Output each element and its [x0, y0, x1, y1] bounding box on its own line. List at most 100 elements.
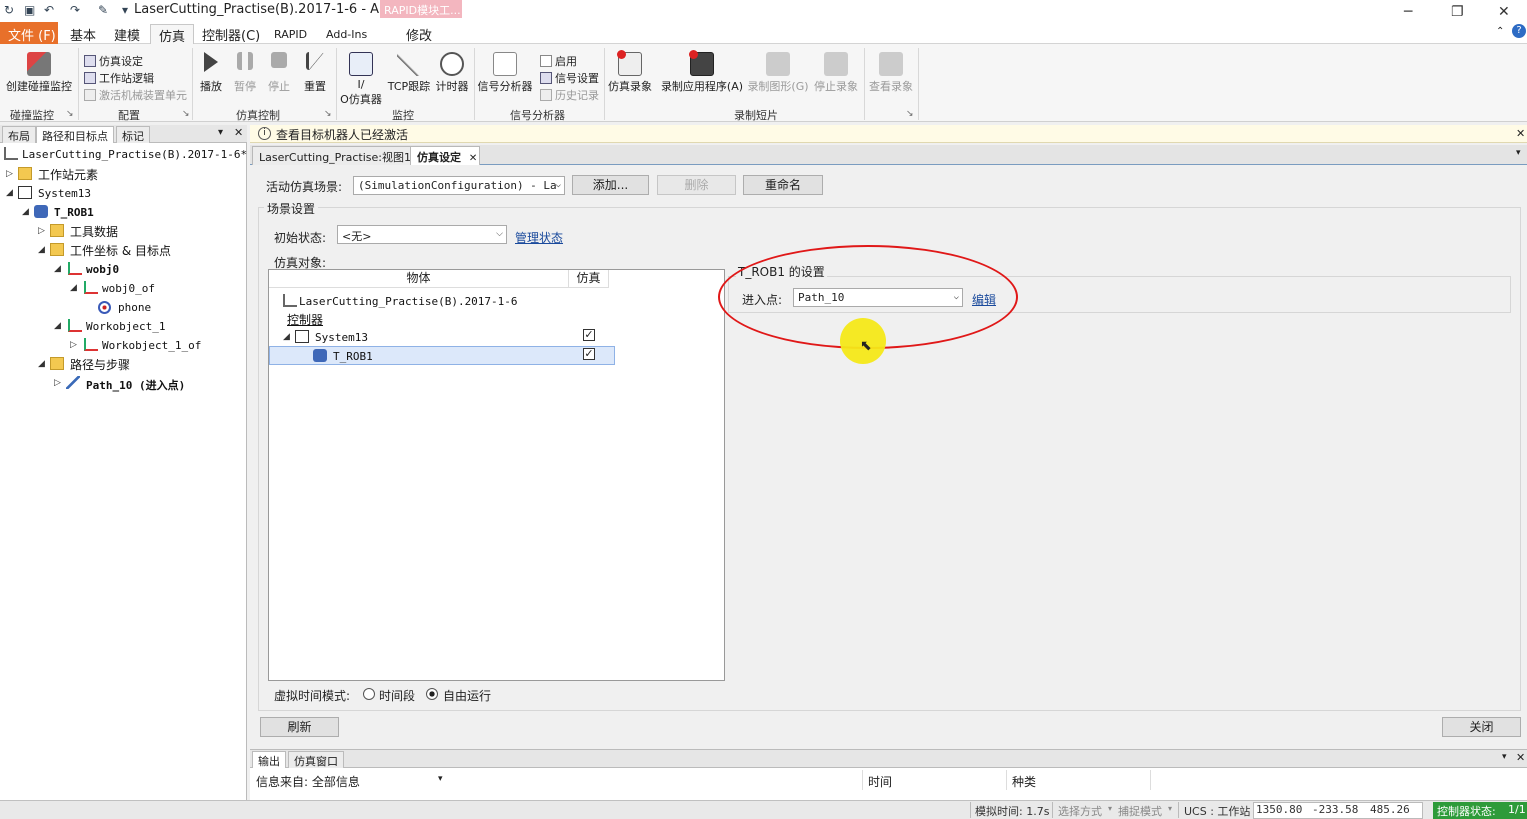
close-button[interactable]: 关闭	[1442, 717, 1521, 737]
sim-setup-button[interactable]: 仿真设定	[84, 53, 143, 69]
collapse-icon[interactable]: ◢	[6, 188, 13, 198]
obj-controller[interactable]: 控制器	[287, 311, 323, 328]
config-launcher-icon[interactable]: ↘	[182, 109, 190, 119]
tab-simulation[interactable]: 仿真	[150, 24, 195, 45]
col-sim-header[interactable]: 仿真	[569, 270, 609, 288]
radio-time-slice[interactable]	[363, 688, 375, 700]
snap-mode[interactable]: 捕捉模式	[1118, 803, 1162, 819]
tree-trob1[interactable]: T_ROB1	[54, 206, 94, 219]
tree-station[interactable]: LaserCutting_Practise(B).2017-1-6*	[22, 148, 247, 161]
tab-output[interactable]: 输出	[252, 751, 286, 768]
tree-system[interactable]: System13	[38, 187, 91, 200]
tree-wobj0[interactable]: wobj0	[86, 263, 119, 276]
signal-history-button[interactable]: 历史记录	[540, 87, 599, 103]
help-icon[interactable]: ?	[1512, 24, 1526, 38]
chevron-down-icon[interactable]: ▾	[438, 774, 443, 784]
tab-rapid[interactable]: RAPID	[266, 24, 315, 44]
tree-wobj-targets[interactable]: 工件坐标 & 目标点	[70, 242, 171, 259]
tab-addins[interactable]: Add-Ins	[318, 24, 375, 44]
redo-icon[interactable]: ↷	[70, 3, 80, 17]
tab-file[interactable]: 文件 (F)	[0, 22, 58, 44]
stop-button[interactable]: 停止	[264, 52, 294, 94]
active-scene-combo[interactable]: (SimulationConfiguration) - La ⌵	[353, 176, 565, 195]
panel-menu-icon[interactable]: ▾	[1502, 752, 1507, 762]
trob1-sim-checkbox[interactable]: ✓	[583, 348, 595, 360]
panel-close-icon[interactable]: ✕	[234, 126, 243, 139]
customize-qa-icon[interactable]: ▾	[122, 3, 128, 17]
expand-icon[interactable]: ▷	[54, 378, 61, 388]
stop-record-button[interactable]: 停止录象	[810, 52, 862, 94]
reset-button[interactable]: 重置	[298, 52, 332, 94]
ribbon-collapse-icon[interactable]: ⌃	[1496, 26, 1504, 37]
tabs-menu-icon[interactable]: ▾	[1516, 148, 1521, 158]
tree-path10[interactable]: Path_10 (进入点)	[86, 377, 185, 393]
select-mode[interactable]: 选择方式	[1058, 803, 1102, 819]
expand-icon[interactable]: ▷	[38, 226, 45, 236]
restore-icon[interactable]: ❐	[1451, 4, 1464, 20]
close-window-icon[interactable]: ✕	[1498, 4, 1510, 20]
panel-menu-icon[interactable]: ▾	[218, 127, 223, 138]
collapse-icon[interactable]: ◢	[70, 283, 77, 293]
tab-modeling[interactable]: 建模	[106, 24, 148, 44]
tab-tags[interactable]: 标记	[116, 126, 150, 143]
pause-button[interactable]: 暂停	[230, 52, 260, 94]
panel-close-icon[interactable]: ✕	[1516, 751, 1525, 764]
expand-icon[interactable]: ▷	[70, 340, 77, 350]
timer-button[interactable]: 计时器	[432, 52, 472, 94]
save-icon[interactable]: ▣	[24, 3, 35, 17]
tab-view1[interactable]: LaserCutting_Practise:视图1	[252, 146, 419, 165]
radio-free-run[interactable]	[426, 688, 438, 700]
obj-system[interactable]: System13	[315, 331, 368, 344]
tree-tooldata[interactable]: 工具数据	[70, 223, 118, 240]
ucs-indicator[interactable]: UCS : 工作站	[1184, 803, 1250, 819]
collapse-icon[interactable]: ◢	[22, 207, 29, 217]
chevron-down-icon[interactable]: ▾	[1108, 804, 1112, 813]
signal-analyzer-button[interactable]: 信号分析器	[476, 52, 534, 94]
undo-icon[interactable]: ↶	[44, 3, 54, 17]
collision-launcher-icon[interactable]: ↘	[66, 109, 74, 119]
col-type-header[interactable]: 种类	[1012, 773, 1036, 790]
obj-trob1[interactable]: T_ROB1	[333, 350, 373, 363]
info-close-icon[interactable]: ✕	[1516, 127, 1525, 140]
expand-icon[interactable]: ▷	[6, 169, 13, 179]
tab-paths-targets[interactable]: 路径和目标点	[36, 126, 114, 143]
rename-button[interactable]: 重命名	[743, 175, 823, 195]
chevron-down-icon[interactable]: ▾	[1168, 804, 1172, 813]
tree-paths[interactable]: 路径与步骤	[70, 356, 130, 373]
create-collision-monitor-button[interactable]: 创建碰撞监控	[4, 52, 74, 94]
tab-modify[interactable]: 修改	[398, 24, 440, 44]
tree-workobject1[interactable]: Workobject_1	[86, 320, 165, 333]
tab-sim-window[interactable]: 仿真窗口	[288, 751, 344, 768]
quick-access-icon[interactable]: ✎	[98, 3, 108, 17]
tab-basic[interactable]: 基本	[62, 24, 104, 44]
signal-settings-button[interactable]: 信号设置	[540, 70, 599, 86]
record-graphics-button[interactable]: 录制图形(G)	[746, 52, 810, 94]
col-time-header[interactable]: 时间	[868, 773, 892, 790]
record-app-button[interactable]: 录制应用程序(A)	[660, 50, 744, 94]
refresh-button[interactable]: 刷新	[260, 717, 339, 737]
tcp-trace-button[interactable]: TCP跟踪	[386, 52, 432, 94]
system-sim-checkbox[interactable]: ✓	[583, 329, 595, 341]
view-record-button[interactable]: 查看录象	[866, 52, 916, 94]
tree-station-elements[interactable]: 工作站元素	[38, 166, 98, 183]
delete-button[interactable]: 删除	[657, 175, 736, 195]
tab-controller[interactable]: 控制器(C)	[194, 24, 268, 44]
play-button[interactable]: 播放	[196, 52, 226, 94]
manage-state-link[interactable]: 管理状态	[515, 229, 563, 246]
collapse-icon[interactable]: ◢	[54, 264, 61, 274]
signal-enable-checkbox[interactable]: 启用	[540, 53, 577, 69]
record-launcher-icon[interactable]: ↘	[906, 109, 914, 119]
tree-workobject1-of[interactable]: Workobject_1_of	[102, 339, 201, 352]
collapse-icon[interactable]: ◢	[283, 332, 290, 342]
sim-record-button[interactable]: 仿真录象	[606, 50, 654, 94]
info-source-filter[interactable]: 信息来自: 全部信息	[256, 773, 360, 790]
initial-state-combo[interactable]: <无> ⌵	[337, 225, 507, 244]
collapse-icon[interactable]: ◢	[54, 321, 61, 331]
io-simulator-button[interactable]: I/ O仿真器	[338, 52, 384, 107]
activate-mech-unit-button[interactable]: 激活机械装置单元	[84, 87, 187, 103]
minimize-icon[interactable]: ─	[1404, 4, 1412, 20]
tab-close-icon[interactable]: ✕	[469, 153, 477, 164]
tree-phone[interactable]: phone	[118, 301, 151, 314]
collapse-icon[interactable]: ◢	[38, 359, 45, 369]
collapse-icon[interactable]: ◢	[38, 245, 45, 255]
